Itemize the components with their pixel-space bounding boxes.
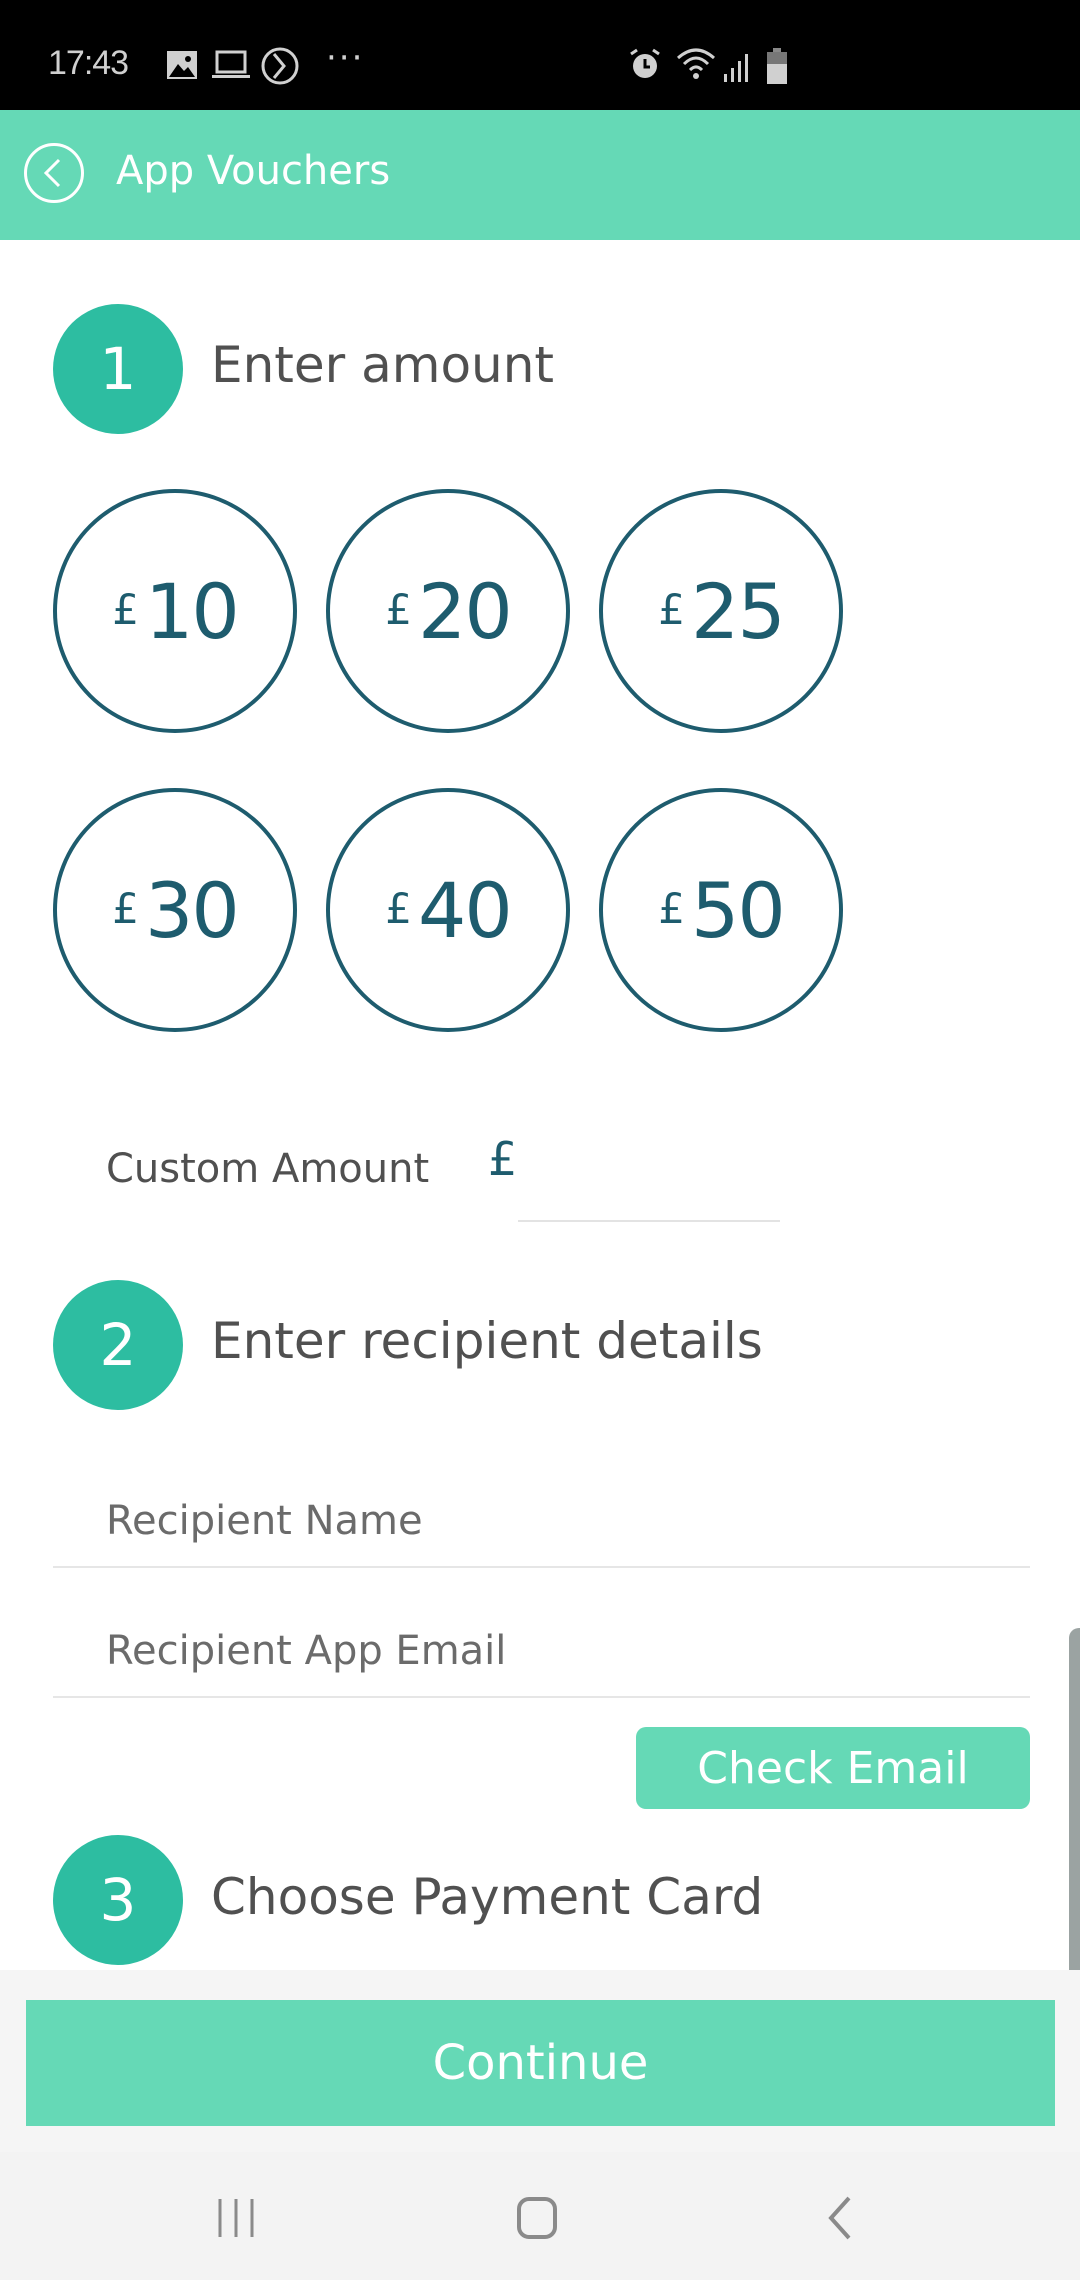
currency-symbol: £ [385,584,412,634]
status-bar: 17:43 ··· [0,0,1080,110]
amount-option-10[interactable]: £ 10 [53,489,297,733]
currency-symbol: £ [112,584,139,634]
amount-value: 40 [418,865,513,955]
currency-symbol: £ [658,584,685,634]
amount-value: 10 [145,566,240,656]
status-time: 17:43 [48,44,129,82]
step-1-title: Enter amount [211,336,555,394]
amount-option-25[interactable]: £ 25 [599,489,843,733]
page-title: App Vouchers [116,148,391,194]
alarm-icon [628,48,662,86]
recent-apps-button[interactable] [196,2188,276,2248]
custom-amount-currency: £ [488,1132,518,1186]
image-icon [166,50,198,84]
system-nav-bar [0,2152,1080,2280]
currency-symbol: £ [658,883,685,933]
step-3-badge: 3 [53,1835,183,1965]
currency-symbol: £ [385,883,412,933]
wifi-icon [676,46,716,86]
custom-amount-label: Custom Amount [106,1146,430,1192]
laptop-icon [212,50,250,84]
step-number: 3 [99,1866,137,1934]
bottom-panel: Continue [0,1970,1080,2152]
recipient-email-input[interactable] [53,1606,1030,1698]
media-icon [260,46,300,90]
custom-amount-input[interactable] [518,1130,780,1222]
step-3-title: Choose Payment Card [211,1868,764,1926]
amount-value: 30 [145,865,240,955]
check-email-button[interactable]: Check Email [636,1727,1030,1809]
back-button[interactable] [24,143,84,203]
amount-option-40[interactable]: £ 40 [326,788,570,1032]
system-back-button[interactable] [800,2188,880,2248]
amount-value: 50 [691,865,786,955]
home-icon [517,2197,557,2239]
home-button[interactable] [497,2188,577,2248]
more-dots-icon: ··· [326,38,365,78]
step-number: 2 [99,1311,137,1379]
battery-icon [766,48,788,88]
step-1-badge: 1 [53,304,183,434]
step-number: 1 [99,335,137,403]
back-circle-icon [43,158,61,188]
continue-button[interactable]: Continue [26,2000,1055,2126]
step-2-badge: 2 [53,1280,183,1410]
amount-value: 20 [418,566,513,656]
back-icon [828,2196,851,2240]
recipient-name-input[interactable] [53,1476,1030,1568]
currency-symbol: £ [112,883,139,933]
amount-option-30[interactable]: £ 30 [53,788,297,1032]
step-2-title: Enter recipient details [211,1312,763,1370]
amount-option-50[interactable]: £ 50 [599,788,843,1032]
app-bar: App Vouchers [0,110,1080,240]
recent-apps-icon [218,2199,254,2237]
signal-icon [722,50,752,86]
amount-option-20[interactable]: £ 20 [326,489,570,733]
amount-value: 25 [691,566,786,656]
